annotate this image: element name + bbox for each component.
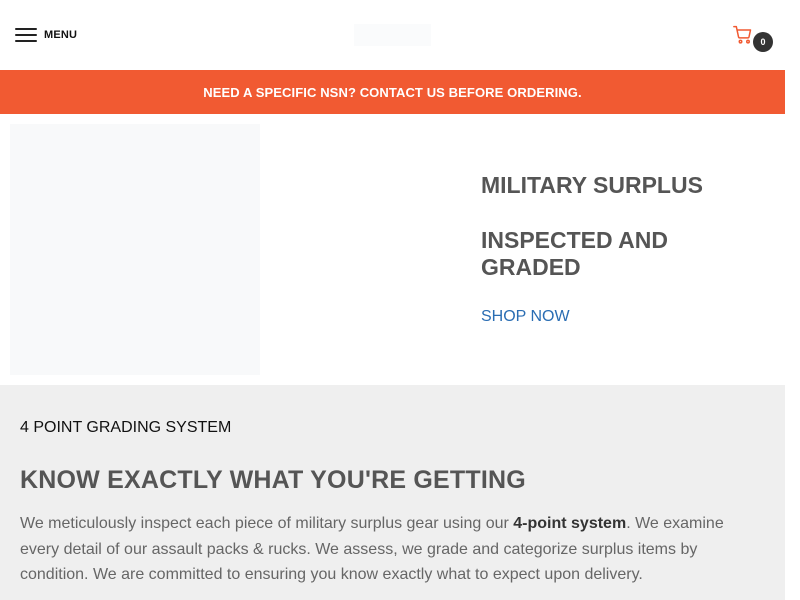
cart-icon <box>733 25 752 44</box>
grading-section: 4 POINT GRADING SYSTEM KNOW EXACTLY WHAT… <box>0 385 785 600</box>
shop-now-link[interactable]: SHOP NOW <box>481 308 570 326</box>
hamburger-icon <box>15 28 37 42</box>
cart-button[interactable]: 0 <box>731 22 775 52</box>
announcement-bar[interactable]: NEED A SPECIFIC NSN? CONTACT US BEFORE O… <box>0 70 785 114</box>
menu-button[interactable]: MENU <box>15 26 77 44</box>
hero-image <box>10 124 260 375</box>
menu-label: MENU <box>44 29 78 41</box>
grading-eyebrow: 4 POINT GRADING SYSTEM <box>20 419 232 436</box>
cart-count-badge: 0 <box>753 32 773 52</box>
grading-body-emphasis: 4-point system <box>513 515 627 532</box>
grading-body-text: We meticulously inspect each piece of mi… <box>20 515 514 532</box>
scrollbar[interactable] <box>785 0 800 600</box>
hero-subtitle: INSPECTED AND GRADED <box>481 227 668 280</box>
announcement-text[interactable]: NEED A SPECIFIC NSN? CONTACT US BEFORE O… <box>203 85 581 100</box>
hero-section: MILITARY SURPLUS INSPECTED AND GRADED SH… <box>0 114 785 385</box>
hero-title: MILITARY SURPLUS <box>481 172 703 198</box>
page: MENU 0 NEED A SPECIFIC NSN? CONTACT US B… <box>0 0 785 600</box>
grading-title: KNOW EXACTLY WHAT YOU'RE GETTING <box>20 466 526 494</box>
site-logo[interactable] <box>354 24 431 46</box>
site-header: MENU 0 <box>0 0 785 70</box>
grading-body: We meticulously inspect each piece of mi… <box>20 511 765 588</box>
